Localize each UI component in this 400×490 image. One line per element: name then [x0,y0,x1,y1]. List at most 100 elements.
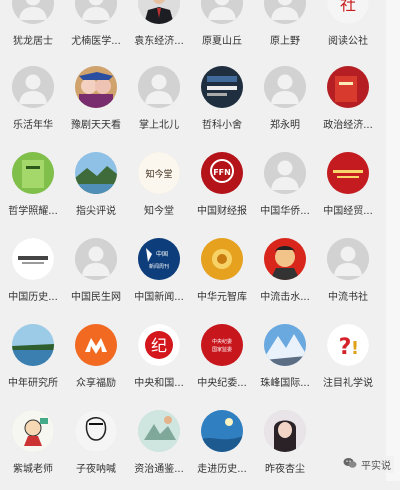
contact-name: 哲学照耀... [8,206,58,217]
svg-text:中央纪委: 中央纪委 [212,338,232,345]
contact-name: 乐活年华 [13,120,53,131]
avatar[interactable] [12,152,54,194]
avatar[interactable] [12,324,54,366]
contact-name: 中央纪委... [197,378,247,389]
avatar[interactable] [201,410,243,452]
contact-item[interactable]: 原上野 [253,0,317,62]
contact-item[interactable]: 掌上北儿 [127,66,191,146]
contact-name: 袁东经济... [134,36,184,47]
contact-item[interactable]: 豫剧天天看 [64,66,128,146]
contact-item[interactable]: 指尖评说 [64,152,128,232]
avatar[interactable] [264,410,306,452]
contact-item[interactable]: 中国华侨... [253,152,317,232]
contact-item[interactable]: 哲学照耀... [1,152,65,232]
contact-item[interactable]: 乐活年华 [1,66,65,146]
contact-item[interactable]: 纪中央和国... [127,324,191,404]
contact-item[interactable]: 走进历史... [190,410,254,490]
avatar[interactable]: 中央纪委 国家监委 [201,324,243,366]
avatar[interactable] [327,66,369,108]
contact-name: 子夜呐喊 [76,464,116,475]
contact-name: 走进历史... [197,464,247,475]
default-avatar-icon[interactable] [201,0,243,24]
contact-item[interactable]: 珠峰国际... [253,324,317,404]
contact-item[interactable]: 中国历史... [1,238,65,318]
contact-name: 中国历史... [8,292,58,303]
contact-name: 中国新闻... [134,292,184,303]
contact-name: 哲科小舍 [202,120,242,131]
contact-name: 中国经贸... [323,206,373,217]
contact-item[interactable]: 尤楠医学... [64,0,128,62]
contact-name: 中流击水... [260,292,310,303]
contact-name: 豫剧天天看 [71,120,121,131]
default-avatar-icon[interactable] [327,238,369,280]
contact-item[interactable]: 犹龙居士 [1,0,65,62]
contact-item[interactable]: 郑永明 [253,66,317,146]
avatar[interactable] [12,238,54,280]
watermark: 平实说 [340,456,394,473]
avatar[interactable] [75,410,117,452]
avatar[interactable] [138,410,180,452]
default-avatar-icon[interactable] [75,0,117,24]
avatar[interactable] [75,152,117,194]
contact-item[interactable]: 子夜呐喊 [64,410,128,490]
contact-item[interactable]: FFN 中国财经报 [190,152,254,232]
contact-item[interactable]: 中国民生网 [64,238,128,318]
avatar[interactable] [264,324,306,366]
contact-name: 中国财经报 [197,206,247,217]
contact-item[interactable]: 众享福励 [64,324,128,404]
default-avatar-icon[interactable] [12,0,54,24]
avatar[interactable]: 中国 新闻周刊 [138,238,180,280]
avatar[interactable] [75,324,117,366]
avatar[interactable] [201,66,243,108]
avatar[interactable] [264,238,306,280]
avatar[interactable] [12,410,54,452]
contact-row: 乐活年华 豫剧天天看 掌上北儿 哲科小舍 郑永明 政治经济... [0,66,400,146]
contact-item[interactable]: 中央纪委 国家监委中央纪委... [190,324,254,404]
svg-text:国家监委: 国家监委 [212,346,232,353]
contact-item[interactable]: 知今堂 知今堂 [127,152,191,232]
contact-grid: 犹龙居士 尤楠医学... 袁东经济... 原夏山丘 原上野 社阅读公社 乐活年华… [0,0,400,481]
contact-item[interactable]: 资治通鉴... [127,410,191,490]
default-avatar-icon[interactable] [138,66,180,108]
default-avatar-icon[interactable] [12,66,54,108]
contact-item[interactable]: 中流书社 [316,238,380,318]
contact-row: 紫城老师 子夜呐喊 资治通鉴... 走进历史... 昨夜杏尘 [0,410,400,490]
svg-text:中国: 中国 [156,250,168,258]
contact-row: 犹龙居士 尤楠医学... 袁东经济... 原夏山丘 原上野 社阅读公社 [0,0,400,62]
contact-item[interactable]: 哲科小舍 [190,66,254,146]
contact-name: 指尖评说 [76,206,116,217]
default-avatar-icon[interactable] [264,0,306,24]
contact-item[interactable]: 中华元智库 [190,238,254,318]
default-avatar-icon[interactable] [264,66,306,108]
contact-item[interactable]: 中年研究所 [1,324,65,404]
avatar[interactable] [327,152,369,194]
contact-item[interactable]: 中国 新闻周刊中国新闻... [127,238,191,318]
avatar[interactable] [75,66,117,108]
avatar[interactable]: 纪 [138,324,180,366]
svg-text:FFN: FFN [213,168,231,177]
contact-item[interactable]: 社阅读公社 [316,0,380,62]
contact-name: 昨夜杏尘 [265,464,305,475]
default-avatar-icon[interactable] [264,152,306,194]
contact-item[interactable]: 紫城老师 [1,410,65,490]
avatar[interactable]: FFN [201,152,243,194]
avatar[interactable]: 社 [327,0,369,24]
contact-item[interactable]: 中国经贸... [316,152,380,232]
avatar[interactable]: ? ! [327,324,369,366]
contact-item[interactable]: ? ! 注目礼学说 [316,324,380,404]
default-avatar-icon[interactable] [75,238,117,280]
contact-item[interactable]: 原夏山丘 [190,0,254,62]
contact-name: 阅读公社 [328,36,368,47]
contact-item[interactable]: 袁东经济... [127,0,191,62]
contact-name: 掌上北儿 [139,120,179,131]
contact-item[interactable]: 昨夜杏尘 [253,410,317,490]
contact-name: 原夏山丘 [202,36,242,47]
avatar[interactable] [138,0,180,24]
contact-row: 中国历史... 中国民生网 中国 新闻周刊中国新闻... 中华元智库 中流击水.… [0,238,400,318]
contact-name: 中国华侨... [260,206,310,217]
contact-row: 中年研究所 众享福励 纪中央和国... 中央纪委 国家监委中央纪委... 珠峰国… [0,324,400,404]
contact-item[interactable]: 政治经济... [316,66,380,146]
contact-item[interactable]: 中流击水... [253,238,317,318]
avatar[interactable] [201,238,243,280]
avatar[interactable]: 知今堂 [138,152,180,194]
